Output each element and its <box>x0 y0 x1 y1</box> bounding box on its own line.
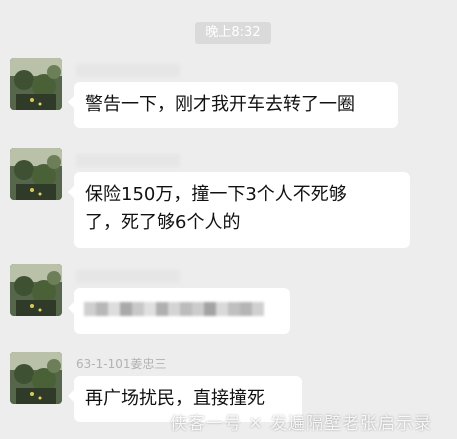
avatar[interactable] <box>10 264 62 316</box>
avatar-image-icon <box>10 58 62 110</box>
sender-name <box>76 270 180 283</box>
watermark-text: 侠客一号 ✕ 发遍隔壁老张启示录 <box>170 414 433 434</box>
avatar[interactable] <box>10 58 62 110</box>
avatar-image-icon <box>10 148 62 200</box>
message-bubble[interactable]: 警告一下，刚才我开车去转了一圈 <box>68 82 398 128</box>
sender-name <box>76 154 180 167</box>
avatar[interactable] <box>10 352 62 404</box>
timestamp-badge: 晚上8:32 <box>195 22 271 44</box>
avatar-image-icon <box>10 264 62 316</box>
avatar-image-icon <box>10 352 62 404</box>
sender-name: 63-1-101姜忠三 <box>76 357 167 371</box>
avatar[interactable] <box>10 148 62 200</box>
sender-name <box>76 64 180 77</box>
message-bubble[interactable]: 保险150万，撞一下3个人不死够 了，死了够6个人的 <box>68 172 410 248</box>
pixelated-redaction <box>84 302 264 316</box>
chat-screen: 晚上8:32 警告一下，刚才我开车去转了一圈 保险150万，撞一下3个人不死够 … <box>0 0 457 439</box>
